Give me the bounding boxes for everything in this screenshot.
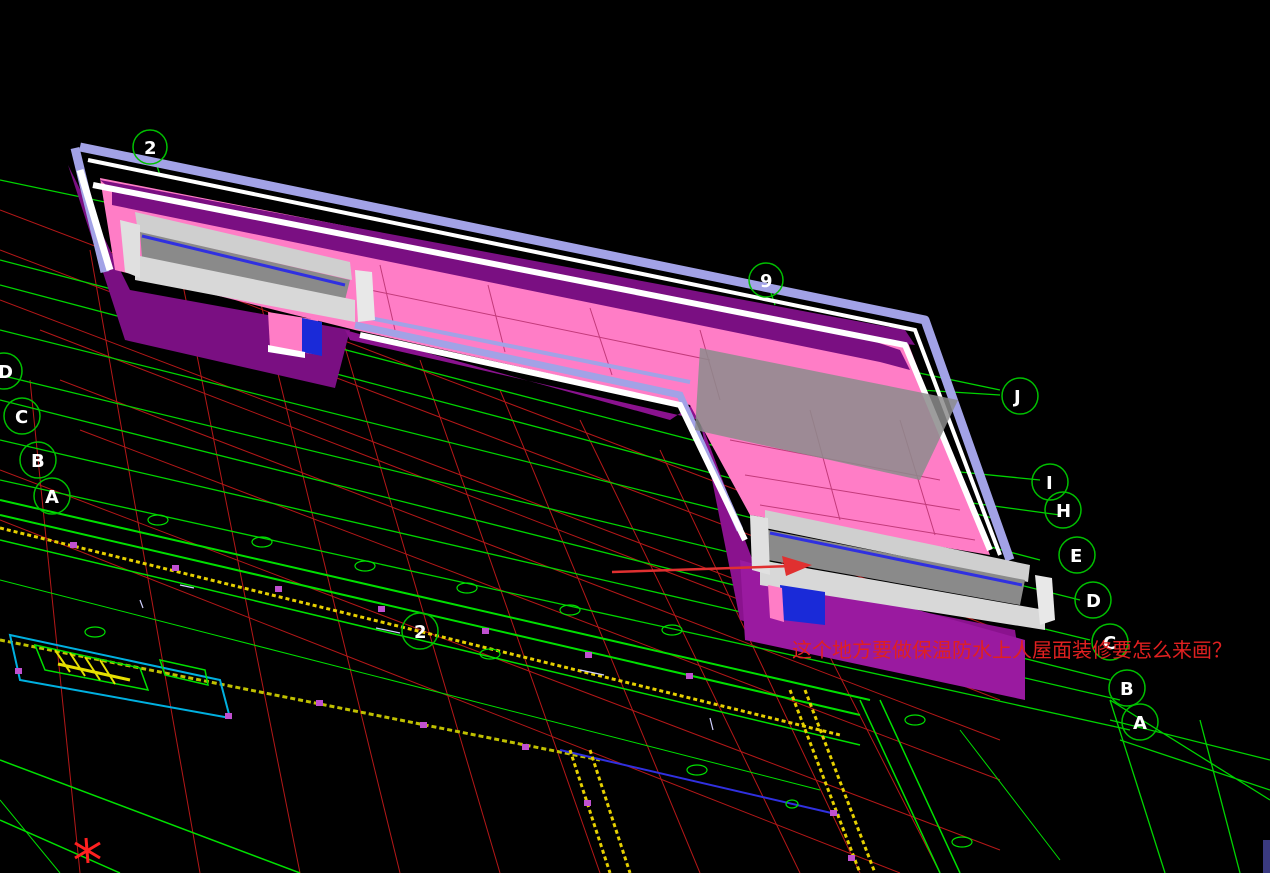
building-model-scene: 2 9 J I H E D C B A D C B A 2 (0, 129, 1270, 873)
axis-label-top-9: 9 (760, 271, 773, 292)
viewport-corner-edge (1263, 840, 1270, 873)
axis-label-left-B: B (31, 451, 45, 472)
annotation-question-text: 这个地方要做保温防水上人屋面装修要怎么来画？ (792, 638, 1232, 662)
axis-label-left-A: A (45, 487, 59, 508)
axis-label-right-E: E (1070, 546, 1082, 567)
axis-label-right-B: B (1120, 679, 1134, 700)
cad-3d-viewport[interactable]: 2 9 J I H E D C B A D C B A 2 这个地方要做保温防水… (0, 0, 1270, 873)
axis-label-top-2: 2 (144, 138, 157, 159)
axis-label-right-H: H (1056, 501, 1071, 522)
axis-label-left-C: C (15, 407, 28, 428)
axis-label-right-I: I (1046, 473, 1053, 494)
axis-label-left-D: D (0, 362, 13, 383)
axis-label-right-A: A (1133, 713, 1147, 734)
axis-label-plan-2: 2 (414, 622, 427, 643)
axis-label-right-J: J (1012, 387, 1021, 408)
axis-label-right-D: D (1086, 591, 1101, 612)
